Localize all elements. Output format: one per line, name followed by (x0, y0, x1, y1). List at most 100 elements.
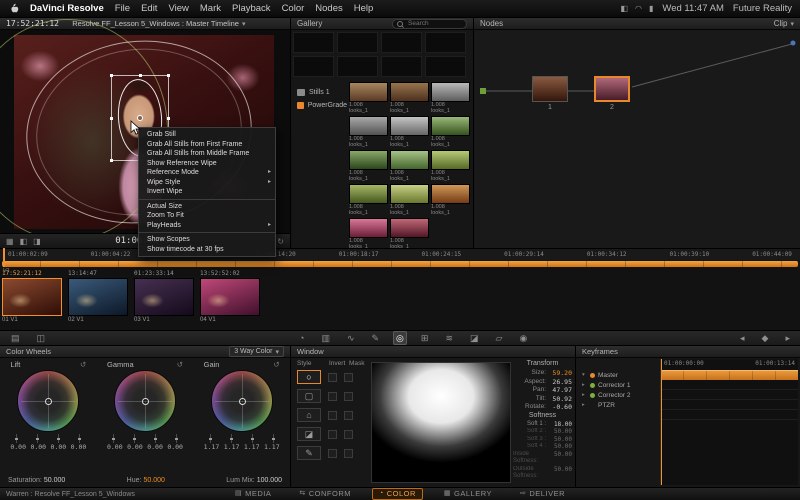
disclosure-triangle-icon[interactable]: ▸ (582, 382, 587, 388)
timeline-playhead[interactable] (3, 248, 5, 267)
keyframe-track[interactable]: ▸ Corrector 2 (576, 390, 660, 400)
clip-thumbnail[interactable] (200, 278, 260, 316)
clip-thumbnail[interactable] (68, 278, 128, 316)
empty-still-slot[interactable] (425, 56, 466, 77)
empty-still-slot[interactable] (381, 32, 422, 53)
page-tab[interactable]: ▤ MEDIA (228, 488, 278, 500)
window-matte-preview[interactable] (371, 362, 511, 483)
nodes-mode-dropdown[interactable]: Clip ▾ (774, 19, 794, 28)
invert-toggle[interactable] (328, 429, 337, 439)
wheel-value-b[interactable]: 0.00 (167, 443, 183, 451)
context-menu-item[interactable]: PlayHeads (139, 221, 275, 233)
gallery-still[interactable]: 1.008 looks_1 (431, 116, 470, 148)
wheel-puck[interactable] (45, 398, 53, 405)
empty-still-slot[interactable] (337, 56, 378, 77)
corrector-node[interactable]: 1 (532, 76, 568, 111)
adjustment-value[interactable]: 50.000 (44, 477, 65, 484)
still-thumbnail[interactable] (431, 116, 470, 136)
gallery-still[interactable]: 1.008 looks_1 (431, 82, 470, 114)
context-menu-item[interactable]: Reference Mode (139, 168, 275, 178)
empty-still-slot[interactable] (425, 32, 466, 53)
disclosure-triangle-icon[interactable]: ▾ (582, 372, 587, 378)
still-thumbnail[interactable] (349, 116, 388, 136)
sizing-icon[interactable]: ▱ (493, 331, 506, 345)
invert-toggle[interactable] (328, 391, 337, 401)
wheel-master-sliders[interactable] (2, 433, 94, 443)
wheel-value-g[interactable]: 0.00 (51, 443, 67, 451)
reset-icon[interactable]: ↺ (80, 360, 86, 369)
grid-wipe-icon[interactable]: ▦ (6, 237, 14, 246)
wheel-puck-area[interactable] (113, 370, 176, 432)
wheel-master-sliders[interactable] (196, 433, 288, 443)
color-wheels-icon[interactable]: ◔ (296, 331, 307, 345)
keyframe-track[interactable]: ▾ Master (576, 370, 660, 380)
curves-icon[interactable]: ∿ (344, 331, 358, 345)
still-thumbnail[interactable] (349, 184, 388, 204)
wipe-vertical-icon[interactable]: ◨ (33, 237, 41, 246)
wheel-value-r[interactable]: 0.00 (30, 443, 46, 451)
app-menu[interactable]: DaVinci Resolve (30, 3, 104, 14)
softness-value[interactable]: 50.00 (554, 466, 572, 481)
node-thumbnail[interactable] (594, 76, 630, 102)
add-keyframe-icon[interactable]: ◆ (759, 331, 772, 345)
adjustment-field[interactable]: Hue: 50.000 (127, 477, 165, 484)
still-thumbnail[interactable] (431, 82, 470, 102)
wipe-horizontal-icon[interactable]: ◧ (20, 237, 28, 246)
timeline-clip[interactable]: 17:52:21:12 01 V1 (2, 270, 62, 325)
transform-value[interactable]: 47.97 (549, 386, 572, 395)
node-graph[interactable]: 1 2 (474, 30, 800, 248)
context-menu-item[interactable]: Grab Still (139, 130, 275, 140)
still-thumbnail[interactable] (431, 150, 470, 170)
timeline-scroll-bar[interactable] (2, 261, 798, 267)
context-menu-item[interactable]: Actual Size (139, 202, 275, 212)
menu-item[interactable]: Edit (141, 3, 157, 14)
empty-still-slot[interactable] (337, 32, 378, 53)
wheel-puck[interactable] (238, 398, 246, 405)
search-input[interactable] (406, 19, 462, 28)
polygon-window[interactable]: ⌂ (297, 408, 321, 422)
mask-toggle[interactable] (344, 429, 353, 439)
keyframe-playhead[interactable] (661, 359, 662, 485)
empty-still-slot[interactable] (293, 56, 334, 77)
window-icon[interactable]: ◎ (393, 331, 407, 345)
gallery-still[interactable]: 1.008 looks_1 (390, 116, 429, 148)
wheel-value-r[interactable]: 1.17 (224, 443, 240, 451)
clip-thumbnail[interactable] (2, 278, 62, 316)
wheel-puck[interactable] (141, 398, 149, 405)
wheel-value-g[interactable]: 0.00 (147, 443, 163, 451)
disclosure-triangle-icon[interactable]: ▸ (582, 392, 587, 398)
gallery-search[interactable] (392, 18, 467, 29)
gallery-still[interactable]: 1.008 looks_1 (349, 82, 388, 114)
mask-toggle[interactable] (344, 448, 353, 458)
wheel-value-b[interactable]: 1.17 (264, 443, 280, 451)
menu-item[interactable]: Help (354, 3, 374, 14)
battery-icon[interactable]: ▮ (649, 4, 653, 13)
menubar-clock[interactable]: Wed 11:47 AM (662, 3, 723, 14)
context-menu-item[interactable]: Grab All Stills from Middle Frame (139, 149, 275, 159)
keyframe-timeline[interactable]: 01:00:00:00 01:00:13:14 (660, 359, 798, 485)
reset-icon[interactable]: ↺ (177, 360, 183, 369)
context-menu-item[interactable]: Show timecode at 30 fps (139, 245, 275, 255)
gallery-still[interactable]: 1.008 looks_1 (349, 150, 388, 182)
context-menu-item[interactable]: Grab All Stills from First Frame (139, 140, 275, 150)
adjustment-value[interactable]: 100.000 (257, 477, 282, 484)
softness-value[interactable]: 50.00 (549, 436, 572, 444)
gallery-album[interactable]: PowerGrade (293, 99, 347, 112)
camera-raw-icon[interactable]: ▤ (8, 331, 23, 345)
softness-value[interactable]: 50.00 (552, 451, 572, 466)
corrector-node[interactable]: 2 (594, 76, 630, 111)
master-track-bar[interactable] (661, 370, 798, 380)
transform-value[interactable]: -0.60 (549, 403, 572, 412)
invert-toggle[interactable] (328, 448, 337, 458)
timeline-clip[interactable]: 13:52:52:02 04 V1 (200, 270, 260, 325)
wifi-icon[interactable]: ◠ (635, 4, 642, 13)
wheel-value-r[interactable]: 0.00 (127, 443, 143, 451)
mask-toggle[interactable] (344, 410, 353, 420)
loop-icon[interactable]: ↻ (277, 237, 284, 246)
adjustment-field[interactable]: Saturation: 50.000 (8, 477, 65, 484)
reset-icon[interactable]: ↺ (273, 360, 279, 369)
still-thumbnail[interactable] (390, 116, 429, 136)
timeline-clip[interactable]: 01:23:33:14 03 V1 (134, 270, 194, 325)
empty-still-slot[interactable] (293, 32, 334, 53)
color-match-icon[interactable]: ◫ (34, 331, 49, 345)
